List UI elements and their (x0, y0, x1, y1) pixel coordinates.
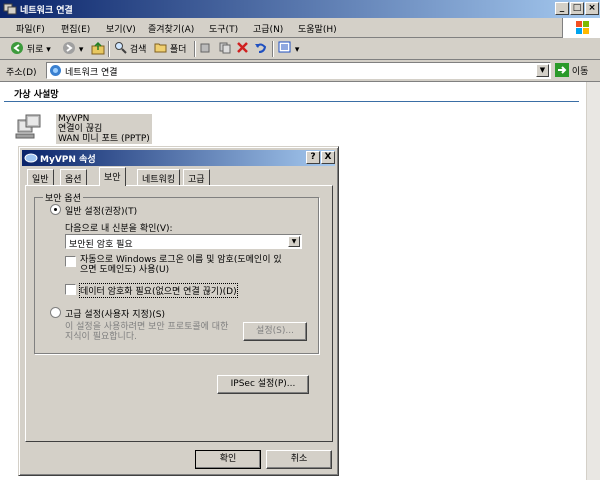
window-titlebar: 네트워크 연결 _ □ × (0, 0, 600, 18)
advanced-settings-radio[interactable] (50, 307, 61, 318)
tab-networking[interactable]: 네트워킹 (137, 169, 181, 185)
folders-label: 폴더 (169, 45, 187, 55)
go-button[interactable]: 이동 (555, 63, 588, 79)
undo-button[interactable] (254, 41, 267, 57)
connection-name: MyVPN (58, 114, 90, 124)
move-to-button[interactable] (200, 41, 213, 57)
menu-favorites[interactable]: 즐겨찾기(A) (148, 22, 194, 35)
advanced-desc-line2: 지식이 필요합니다. (65, 332, 137, 342)
connection-icon (24, 153, 38, 163)
address-dropdown-button[interactable]: ▼ (536, 64, 549, 77)
go-label: 이동 (571, 67, 589, 77)
group-divider (4, 101, 579, 102)
search-label: 검색 (129, 45, 147, 55)
back-label: 뒤로 (26, 45, 44, 55)
advanced-settings-label[interactable]: 고급 설정(사용자 지정)(S) (65, 307, 165, 320)
require-encryption-checkbox[interactable] (65, 284, 76, 295)
toolbar-separator (194, 41, 196, 57)
window-title: 네트워크 연결 (20, 6, 73, 16)
address-value: 네트워크 연결 (65, 68, 118, 78)
menu-view[interactable]: 보기(V) (106, 22, 136, 35)
dialog-title: MyVPN 속성 (40, 155, 96, 165)
toolbar-separator (108, 41, 110, 57)
toolbar-separator (272, 41, 274, 57)
menu-tools[interactable]: 도구(T) (209, 22, 238, 35)
copy-to-icon (219, 42, 231, 54)
folder-icon (154, 43, 167, 53)
advanced-desc-line1: 이 설정을 사용하려면 보안 프로토콜에 대한 (65, 322, 229, 332)
require-encryption-label[interactable]: 데이터 암호화 필요(없으면 연결 끊기)(D) (79, 283, 238, 298)
advanced-settings-description: 이 설정을 사용하려면 보안 프로토콜에 대한 지식이 필요합니다. (65, 322, 228, 342)
connection-device: WAN 미니 포트 (PPTP) (58, 134, 150, 144)
windows-logo (562, 18, 600, 38)
go-arrow-icon (555, 63, 569, 77)
forward-arrow-icon (63, 42, 75, 54)
help-button[interactable]: ? (306, 151, 320, 164)
views-button[interactable]: ▾ (278, 41, 299, 57)
delete-x-icon (237, 42, 248, 53)
security-options-title: 보안 옵션 (43, 191, 83, 204)
ok-button[interactable]: 확인 (195, 450, 261, 469)
maximize-button[interactable]: □ (570, 2, 584, 15)
menu-bar: 파일(F) 편집(E) 보기(V) 즐겨찾기(A) 도구(T) 고급(N) 도움… (0, 18, 600, 38)
forward-button[interactable]: ▾ (62, 41, 83, 57)
verify-identity-value: 보안된 암호 필요 (69, 240, 133, 250)
settings-button[interactable]: 설정(S)... (243, 322, 307, 341)
typical-settings-label[interactable]: 일반 설정(권장)(T) (65, 204, 137, 217)
vpn-connection-item[interactable]: MyVPN 연결이 끊김 WAN 미니 포트 (PPTP) (56, 114, 152, 144)
tab-advanced[interactable]: 고급 (183, 169, 210, 185)
folders-button[interactable]: 폴더 (154, 41, 186, 57)
back-arrow-icon (11, 42, 23, 54)
vpn-connection-icon[interactable] (14, 112, 44, 142)
verify-identity-select[interactable]: 보안된 암호 필요 ▼ (65, 234, 302, 250)
vertical-scrollbar[interactable] (586, 82, 600, 480)
menu-edit[interactable]: 편집(E) (61, 22, 90, 35)
auto-windows-logon-line1: 자동으로 Windows 로그온 이름 및 암호(도메인이 있 (80, 255, 282, 265)
verify-identity-label: 다음으로 내 신분을 확인(V): (65, 224, 173, 234)
views-icon (278, 41, 291, 53)
up-folder-button[interactable] (91, 41, 105, 57)
back-button[interactable]: 뒤로 ▾ (10, 41, 51, 57)
standard-toolbar: 뒤로 ▾ ▾ 검색 폴더 ▾ (0, 38, 600, 60)
auto-windows-logon-checkbox[interactable] (65, 256, 76, 267)
typical-settings-radio[interactable] (50, 204, 61, 215)
move-to-icon (200, 43, 210, 53)
close-button[interactable]: × (585, 2, 599, 15)
address-label: 주소(D) (6, 68, 37, 78)
minimize-button[interactable]: _ (555, 2, 569, 15)
network-folder-icon (50, 65, 61, 76)
cancel-button[interactable]: 취소 (266, 450, 332, 469)
menu-help[interactable]: 도움말(H) (298, 22, 337, 35)
address-input[interactable]: 네트워크 연결 ▼ (46, 62, 551, 79)
auto-windows-logon-line2: 으면 도메인도) 사용(U) (80, 265, 170, 275)
chevron-down-icon[interactable]: ▼ (288, 236, 300, 247)
dialog-close-button[interactable]: X (321, 151, 335, 164)
tab-options[interactable]: 옵션 (60, 169, 87, 185)
tab-general[interactable]: 일반 (27, 169, 54, 185)
group-header: 가상 사설망 (14, 90, 59, 100)
dialog-titlebar: MyVPN 속성 ? X (22, 150, 335, 166)
menu-advanced[interactable]: 고급(N) (253, 22, 283, 35)
ipsec-settings-button[interactable]: IPSec 설정(P)... (217, 375, 309, 394)
network-connections-icon (3, 3, 17, 15)
search-icon (115, 42, 127, 54)
vpn-properties-dialog: MyVPN 속성 ? X 일반 옵션 보안 네트워킹 고급 보안 옵션 일반 설… (18, 146, 339, 476)
menu-file[interactable]: 파일(F) (16, 22, 45, 35)
address-bar: 주소(D) 네트워크 연결 ▼ 이동 (0, 60, 600, 82)
copy-to-button[interactable] (218, 41, 231, 57)
undo-icon (255, 43, 267, 53)
search-button[interactable]: 검색 (114, 41, 146, 57)
delete-button[interactable] (236, 41, 249, 57)
auto-windows-logon-label[interactable]: 자동으로 Windows 로그온 이름 및 암호(도메인이 있 으면 도메인도)… (80, 255, 282, 275)
connection-status: 연결이 끊김 (58, 124, 103, 134)
tab-security[interactable]: 보안 (99, 167, 126, 186)
up-folder-icon (91, 41, 105, 55)
